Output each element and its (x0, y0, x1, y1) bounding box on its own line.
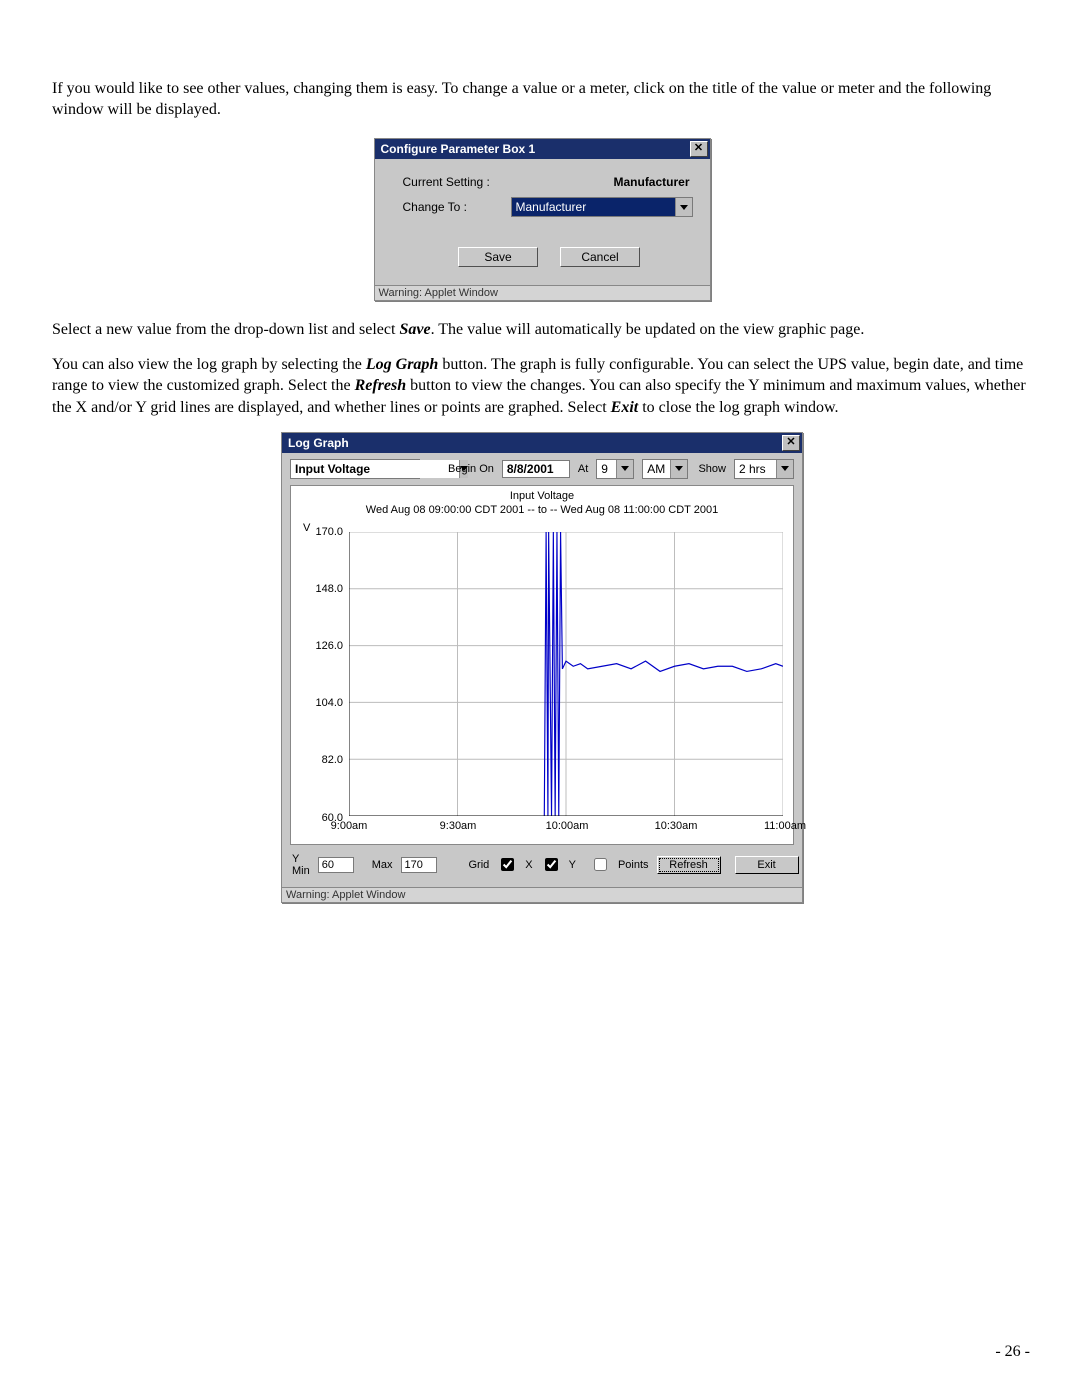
cancel-button[interactable]: Cancel (560, 247, 640, 267)
x-tick-label: 10:00am (546, 820, 589, 832)
grid-x-checkbox[interactable] (501, 858, 514, 871)
hour-dropdown[interactable] (596, 459, 634, 479)
paragraph-loggraph: You can also view the log graph by selec… (52, 354, 1032, 417)
grid-y-label: Y (569, 859, 576, 871)
grid-x-label: X (525, 859, 532, 871)
ampm-dropdown[interactable] (642, 459, 688, 479)
show-range-input[interactable] (735, 460, 776, 478)
applet-warning: Warning: Applet Window (375, 285, 710, 300)
y-tick-label: 126.0 (299, 640, 343, 652)
paragraph-save: Select a new value from the drop-down li… (52, 319, 1032, 340)
log-graph-dialog: Log Graph ✕ Begin On At Show (281, 432, 803, 903)
close-icon[interactable]: ✕ (782, 435, 800, 451)
configure-parameter-dialog: Configure Parameter Box 1 ✕ Current Sett… (374, 138, 711, 301)
ymax-label: Max (372, 859, 393, 871)
parameter-input[interactable] (291, 460, 459, 478)
y-tick-label: 170.0 (299, 526, 343, 538)
points-checkbox[interactable] (594, 858, 607, 871)
applet-warning: Warning: Applet Window (282, 887, 802, 902)
x-tick-label: 9:00am (331, 820, 368, 832)
change-to-dropdown[interactable] (511, 197, 693, 217)
show-range-dropdown[interactable] (734, 459, 794, 479)
close-icon[interactable]: ✕ (690, 141, 708, 157)
paragraph-intro: If you would like to see other values, c… (52, 78, 1032, 120)
change-to-input[interactable] (512, 198, 675, 216)
begin-date-input[interactable] (502, 460, 570, 478)
chart-plot (349, 532, 783, 816)
show-label: Show (698, 463, 726, 475)
chart-title: Input Voltage (291, 490, 793, 502)
ampm-input[interactable] (643, 460, 670, 478)
x-tick-label: 11:00am (764, 820, 806, 832)
parameter-dropdown[interactable] (290, 459, 420, 479)
current-setting-label: Current Setting : (403, 175, 511, 189)
at-label: At (578, 463, 588, 475)
hour-input[interactable] (597, 460, 616, 478)
grid-label: Grid (469, 859, 490, 871)
page-number: - 26 - (995, 1343, 1030, 1361)
chart-subtitle: Wed Aug 08 09:00:00 CDT 2001 -- to -- We… (291, 504, 793, 516)
exit-button[interactable]: Exit (735, 856, 799, 874)
chart-area: Input Voltage Wed Aug 08 09:00:00 CDT 20… (290, 485, 794, 845)
dropdown-arrow-icon[interactable] (616, 460, 633, 478)
dialog-titlebar: Configure Parameter Box 1 ✕ (375, 139, 710, 159)
dialog-titlebar: Log Graph ✕ (282, 433, 802, 453)
dialog-title: Log Graph (288, 436, 349, 450)
y-tick-label: 148.0 (299, 583, 343, 595)
current-setting-value: Manufacturer (613, 175, 695, 189)
dropdown-arrow-icon[interactable] (675, 198, 692, 216)
save-button[interactable]: Save (458, 247, 538, 267)
ymin-input[interactable] (318, 857, 354, 873)
x-tick-label: 9:30am (440, 820, 477, 832)
ymax-input[interactable] (401, 857, 437, 873)
dropdown-arrow-icon[interactable] (670, 460, 687, 478)
ymin-label: Y Min (292, 853, 310, 877)
refresh-button[interactable]: Refresh (657, 856, 721, 874)
grid-y-checkbox[interactable] (545, 858, 558, 871)
dialog-title: Configure Parameter Box 1 (381, 142, 536, 156)
x-tick-label: 10:30am (655, 820, 698, 832)
y-tick-label: 104.0 (299, 697, 343, 709)
dropdown-arrow-icon[interactable] (776, 460, 793, 478)
points-label: Points (618, 859, 649, 871)
change-to-label: Change To : (403, 200, 511, 214)
y-tick-label: 82.0 (299, 754, 343, 766)
begin-on-label: Begin On (448, 463, 494, 475)
